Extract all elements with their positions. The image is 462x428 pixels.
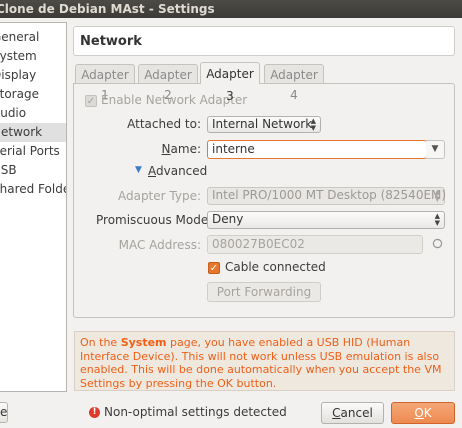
cable-connected-checkbox[interactable]: ✓ bbox=[208, 262, 220, 274]
page-title: Network bbox=[73, 26, 455, 56]
promiscuous-mode-value: Deny bbox=[212, 212, 244, 226]
sidebar-item-system[interactable]: System bbox=[0, 47, 66, 66]
adapter-type-select[interactable]: Intel PRO/1000 MT Desktop (82540EM) ▲ ▼ bbox=[207, 187, 447, 205]
sidebar-item-storage[interactable]: Storage bbox=[0, 85, 66, 104]
name-dropdown-button[interactable]: ▼ bbox=[426, 140, 445, 159]
sidebar-item-general[interactable]: General bbox=[0, 28, 66, 47]
sidebar-item-display[interactable]: Display bbox=[0, 66, 66, 85]
sidebar-item-shared-folders[interactable]: Shared Folders bbox=[0, 180, 66, 199]
settings-sidebar: General System Display Storage Audio Net… bbox=[0, 22, 67, 392]
attached-to-select[interactable]: Internal Network ▲ ▼ bbox=[207, 116, 321, 133]
tab-adapter-1[interactable]: Adapter 1 bbox=[75, 64, 135, 102]
help-button[interactable]: Help bbox=[0, 402, 8, 423]
error-icon: ! bbox=[89, 407, 100, 418]
ok-button[interactable]: OK bbox=[391, 402, 455, 424]
cable-connected-label: Cable connected bbox=[225, 260, 326, 274]
window-title: Clone de Debian MAst - Settings bbox=[0, 2, 215, 16]
promiscuous-mode-select[interactable]: Deny ▲ ▼ bbox=[207, 211, 445, 229]
port-forwarding-button[interactable]: Port Forwarding bbox=[207, 282, 321, 302]
mac-address-label: MAC Address: bbox=[118, 238, 201, 252]
advanced-toggle[interactable]: Advanced bbox=[148, 164, 207, 178]
updown-arrow-icon: ▲ ▼ bbox=[434, 212, 440, 227]
enable-adapter-checkbox[interactable]: ✓ bbox=[85, 95, 97, 107]
name-input[interactable]: interne bbox=[207, 140, 427, 159]
refresh-mac-icon[interactable] bbox=[432, 238, 443, 249]
tab-adapter-2[interactable]: Adapter 2 bbox=[138, 64, 198, 102]
sidebar-item-network[interactable]: Network bbox=[0, 123, 66, 142]
cancel-button[interactable]: Cancel bbox=[321, 402, 384, 424]
warning-message: On the System page, you have enabled a U… bbox=[74, 331, 455, 391]
sidebar-item-usb[interactable]: USB bbox=[0, 161, 66, 180]
adapter-type-value: Intel PRO/1000 MT Desktop (82540EM) bbox=[212, 188, 447, 202]
tab-adapter-4[interactable]: Adapter 4 bbox=[264, 64, 324, 102]
window-titlebar: Clone de Debian MAst - Settings bbox=[0, 0, 462, 18]
name-label: Name: bbox=[161, 142, 201, 156]
adapter-type-label: Adapter Type: bbox=[117, 189, 201, 203]
promiscuous-mode-label: Promiscuous Mode: bbox=[96, 213, 213, 227]
mac-address-input[interactable]: 080027B0EC02 bbox=[207, 235, 423, 254]
status-message: Non-optimal settings detected bbox=[104, 405, 287, 419]
attached-to-label: Attached to: bbox=[127, 117, 201, 131]
chevron-down-icon: ▼ bbox=[431, 144, 439, 154]
updown-arrow-icon: ▲ ▼ bbox=[310, 117, 316, 132]
updown-arrow-icon: ▲ ▼ bbox=[434, 188, 440, 203]
sidebar-item-serial-ports[interactable]: Serial Ports bbox=[0, 142, 66, 161]
sidebar-item-audio[interactable]: Audio bbox=[0, 104, 66, 123]
attached-to-value: Internal Network bbox=[212, 117, 313, 131]
tab-adapter-3[interactable]: Adapter 3 bbox=[200, 62, 260, 103]
advanced-expand-icon[interactable]: ▼ bbox=[135, 165, 142, 175]
